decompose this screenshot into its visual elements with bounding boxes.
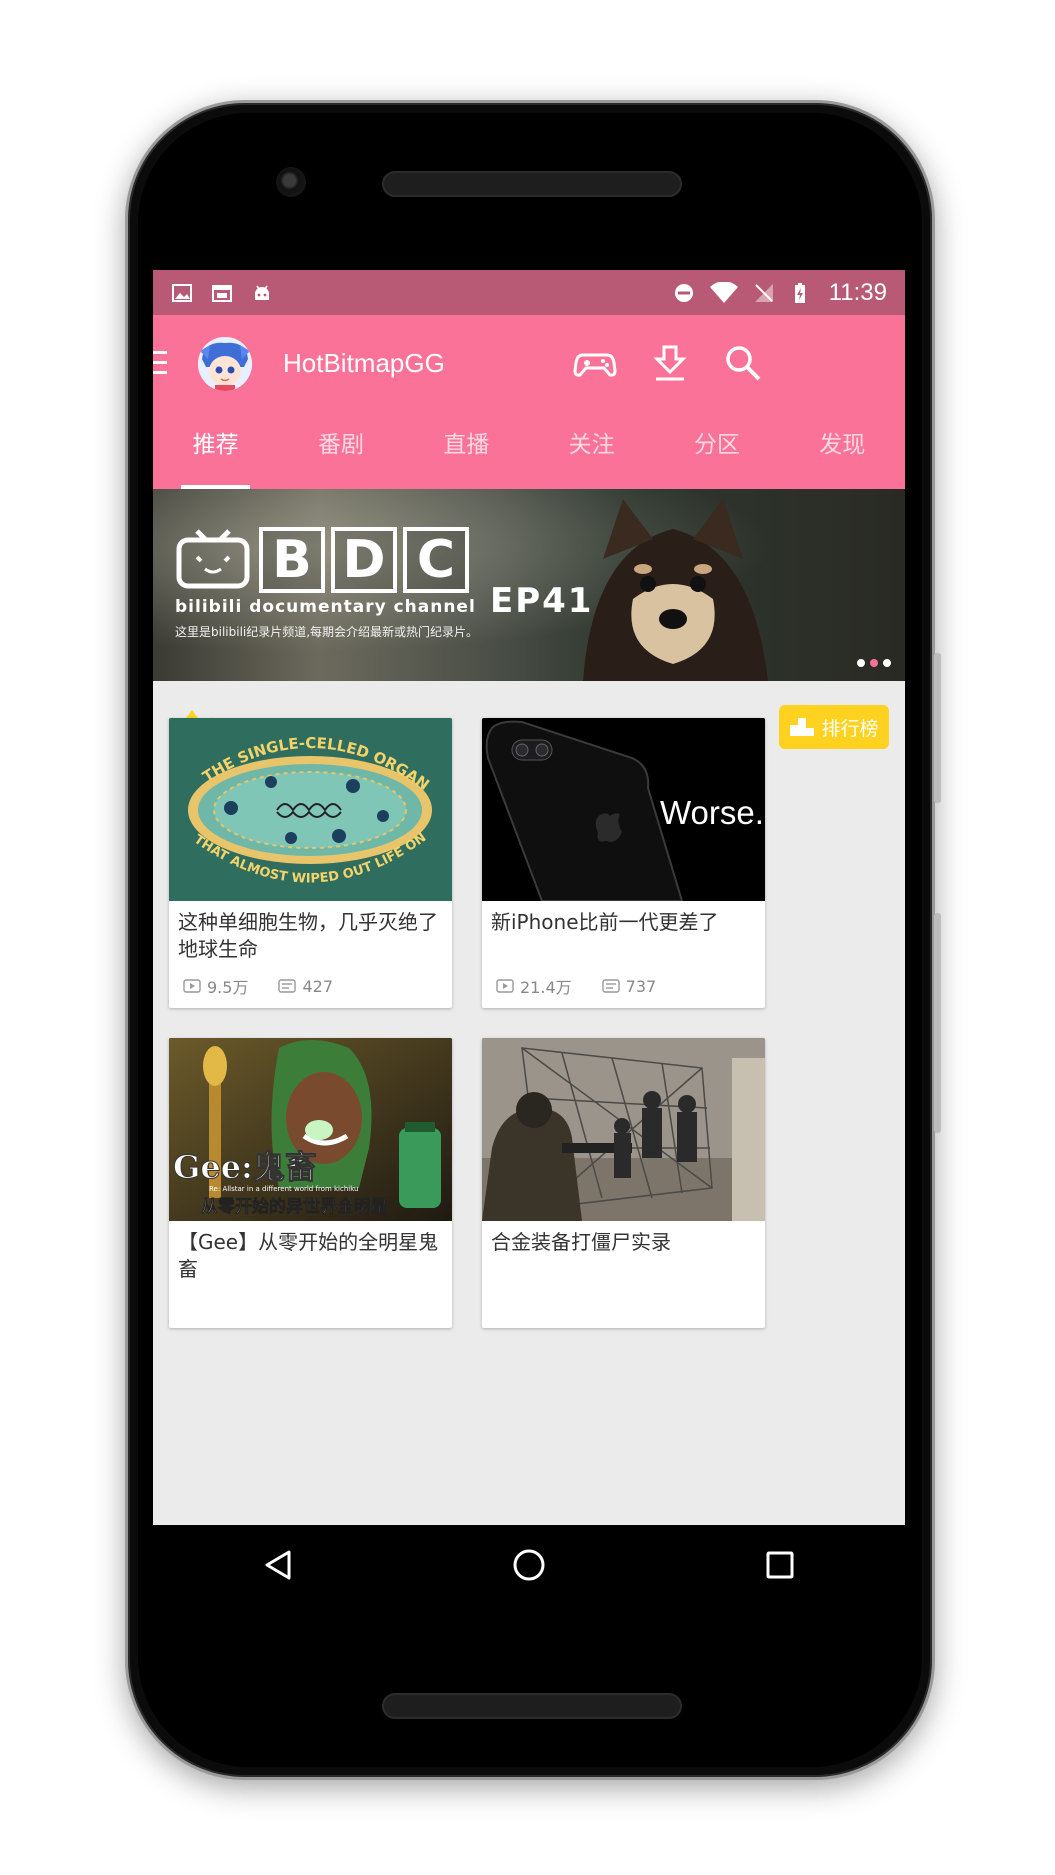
tab-recommend[interactable]: 推荐 (153, 415, 278, 489)
view-count: 21.4万 (520, 978, 572, 997)
image-notification-icon (172, 283, 192, 302)
app-bar: HotBitmapGG (153, 315, 905, 415)
game-controller-icon[interactable] (573, 341, 617, 385)
system-nav-bar (153, 1525, 905, 1605)
app-title: HotBitmapGG (283, 348, 445, 378)
calendar-notification-icon (212, 284, 232, 302)
bdc-letter: B (259, 527, 325, 593)
banner-dog-image (583, 499, 768, 681)
search-icon[interactable] (721, 341, 765, 385)
video-thumbnail: THE SINGLE-CELLED ORGANISM THAT ALMOST W… (169, 718, 452, 901)
thumb-text: Gee:鬼畜 (173, 1148, 317, 1186)
danmaku-count-icon (601, 979, 620, 993)
download-icon[interactable] (648, 341, 692, 385)
banner-description: 这里是bilibili纪录片频道,每期会介绍最新或热门纪录片。 (175, 625, 479, 639)
thumb-caption: 从零开始的异世界全明星 (201, 1196, 388, 1217)
tab-discover[interactable]: 发现 (780, 415, 905, 489)
banner-carousel[interactable]: B D C bilibili documentary channel 这里是bi… (153, 489, 905, 681)
no-signal-icon (754, 283, 773, 302)
carousel-indicator (857, 659, 891, 667)
home-circle-icon (513, 1549, 545, 1581)
bottom-speaker (382, 1693, 682, 1719)
tab-follow[interactable]: 关注 (529, 415, 654, 489)
video-stats: 21.4万 737 (496, 974, 656, 998)
category-tabs: 推荐 番剧 直播 关注 分区 发现 (153, 415, 905, 489)
avatar[interactable] (198, 337, 252, 391)
thumb-sub: Re: Allstar in a different world from ki… (209, 1185, 359, 1193)
comment-count: 427 (302, 976, 333, 996)
thumb-text: Worse. (660, 794, 764, 831)
video-title: 新iPhone比前一代更差了 (491, 910, 719, 934)
video-card[interactable]: 合金装备打僵尸实录 (482, 1038, 765, 1328)
video-thumbnail (482, 1038, 765, 1221)
battery-charging-icon (794, 282, 805, 303)
banner-episode: EP41 (490, 581, 594, 621)
video-card[interactable]: Worse. 新iPhone比前一代更差了 21.4万 737 (482, 718, 765, 1008)
bdc-logo: B D C (259, 527, 469, 593)
status-time: 11:39 (828, 278, 887, 306)
ranking-button[interactable]: 排行榜 (779, 705, 889, 749)
carousel-dot-active[interactable] (870, 659, 878, 667)
back-button[interactable] (253, 1540, 303, 1590)
bdc-letter: C (403, 527, 469, 593)
front-camera (276, 167, 306, 197)
video-title: 合金装备打僵尸实录 (491, 1230, 671, 1254)
comment-count: 737 (625, 976, 657, 996)
screen: 11:39 HotBitmapGG 推荐 番剧 直播 关注 分区 发现 B D … (153, 270, 905, 1525)
video-card[interactable]: Gee:鬼畜 Re: Allstar in a different world … (169, 1038, 452, 1328)
power-button (934, 653, 941, 803)
view-count: 9.5万 (207, 978, 249, 997)
bilibili-tv-logo-icon (176, 529, 250, 589)
wifi-icon (709, 281, 738, 303)
danmaku-count-icon (278, 979, 297, 993)
play-count-icon (183, 979, 201, 993)
back-triangle-icon (265, 1550, 291, 1580)
carousel-dot[interactable] (857, 659, 865, 667)
tab-bangumi[interactable]: 番剧 (278, 415, 403, 489)
recents-square-icon (766, 1551, 794, 1579)
earpiece-speaker (382, 171, 682, 197)
recents-button[interactable] (755, 1540, 805, 1590)
do-not-disturb-icon (674, 283, 693, 302)
video-title: 这种单细胞生物，几乎灭绝了地球生命 (178, 910, 438, 961)
banner-subtitle: bilibili documentary channel (175, 597, 476, 617)
video-thumbnail: Worse. (482, 718, 765, 901)
volume-button (934, 913, 941, 1133)
play-count-icon (496, 979, 514, 993)
video-title: 【Gee】从零开始的全明星鬼畜 (178, 1230, 439, 1281)
status-bar: 11:39 (153, 270, 905, 315)
carousel-dot[interactable] (883, 659, 891, 667)
android-notification-icon (255, 285, 269, 300)
ranking-label: 排行榜 (821, 717, 879, 740)
video-card[interactable]: THE SINGLE-CELLED ORGANISM THAT ALMOST W… (169, 718, 452, 1008)
video-thumbnail: Gee:鬼畜 Re: Allstar in a different world … (169, 1038, 452, 1221)
bdc-letter: D (331, 527, 397, 593)
home-button[interactable] (504, 1540, 554, 1590)
video-stats: 9.5万 427 (183, 974, 333, 998)
menu-icon[interactable] (153, 351, 167, 377)
tab-partition[interactable]: 分区 (654, 415, 779, 489)
tab-live[interactable]: 直播 (404, 415, 529, 489)
podium-icon (790, 718, 815, 736)
